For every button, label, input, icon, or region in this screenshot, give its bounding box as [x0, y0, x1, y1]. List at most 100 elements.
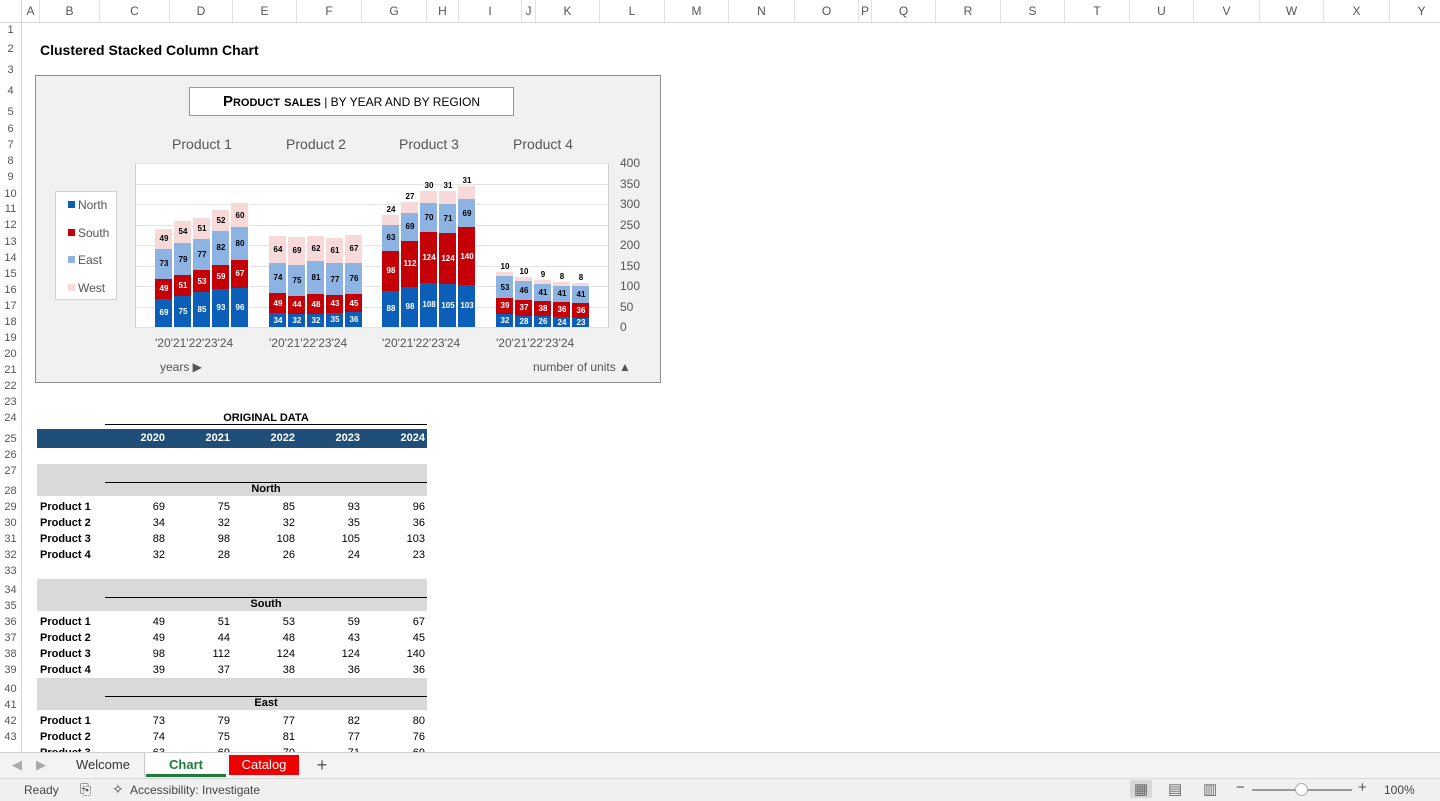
- bar-segment-west[interactable]: [401, 201, 419, 213]
- row-header-8[interactable]: 8: [0, 155, 21, 167]
- row-header-38[interactable]: 38: [0, 648, 21, 660]
- chart-legend[interactable]: North South East West: [55, 191, 117, 300]
- column-header-j[interactable]: J: [522, 0, 536, 22]
- row-header-32[interactable]: 32: [0, 549, 21, 561]
- row-label[interactable]: Product 4: [40, 549, 91, 561]
- row-header-25[interactable]: 25: [0, 433, 21, 445]
- table-cell[interactable]: 53: [255, 616, 295, 628]
- accessibility-icon[interactable]: ✧: [112, 781, 124, 798]
- row-header-24[interactable]: 24: [0, 412, 21, 424]
- column-header-q[interactable]: Q: [872, 0, 936, 22]
- column-header-s[interactable]: S: [1001, 0, 1065, 22]
- macro-record-icon[interactable]: ⎘: [80, 781, 91, 798]
- table-cell[interactable]: 93: [320, 501, 360, 513]
- table-cell[interactable]: 74: [125, 731, 165, 743]
- legend-item-north[interactable]: North: [68, 198, 107, 212]
- row-header-22[interactable]: 22: [0, 380, 21, 392]
- chart-title[interactable]: Product sales | BY YEAR AND BY REGION: [189, 87, 514, 116]
- row-header-30[interactable]: 30: [0, 517, 21, 529]
- zoom-slider-handle[interactable]: [1295, 783, 1308, 796]
- column-header-u[interactable]: U: [1130, 0, 1194, 22]
- bar-segment-west[interactable]: [515, 277, 533, 282]
- legend-item-south[interactable]: South: [68, 226, 109, 240]
- table-cell[interactable]: 51: [190, 616, 230, 628]
- row-header-11[interactable]: 11: [0, 203, 21, 215]
- table-cell[interactable]: 49: [125, 632, 165, 644]
- row-header-14[interactable]: 14: [0, 252, 21, 264]
- column-header-y[interactable]: Y: [1390, 0, 1440, 22]
- table-cell[interactable]: 36: [385, 664, 425, 676]
- table-cell[interactable]: 76: [385, 731, 425, 743]
- column-header-r[interactable]: R: [936, 0, 1001, 22]
- add-sheet-button[interactable]: +: [312, 753, 332, 777]
- column-header-x[interactable]: X: [1324, 0, 1390, 22]
- table-cell[interactable]: 140: [385, 648, 425, 660]
- row-header-7[interactable]: 7: [0, 139, 21, 151]
- table-cell[interactable]: 32: [125, 549, 165, 561]
- table-cell[interactable]: 45: [385, 632, 425, 644]
- table-cell[interactable]: 88: [125, 533, 165, 545]
- row-header-40[interactable]: 40: [0, 683, 21, 695]
- table-cell[interactable]: 36: [385, 517, 425, 529]
- row-header-1[interactable]: 1: [0, 24, 21, 36]
- column-header-f[interactable]: F: [297, 0, 362, 22]
- row-header-34[interactable]: 34: [0, 584, 21, 596]
- scroll-left-icon[interactable]: ◀: [10, 753, 24, 777]
- row-label[interactable]: Product 1: [40, 715, 91, 727]
- row-header-29[interactable]: 29: [0, 501, 21, 513]
- table-cell[interactable]: 48: [255, 632, 295, 644]
- table-cell[interactable]: 32: [255, 517, 295, 529]
- bar-segment-west[interactable]: [496, 272, 514, 277]
- row-label[interactable]: Product 2: [40, 517, 91, 529]
- page-layout-icon[interactable]: ▤: [1168, 780, 1182, 798]
- bar-segment-west[interactable]: [439, 191, 457, 204]
- row-header-9[interactable]: 9: [0, 171, 21, 183]
- table-cell[interactable]: 24: [320, 549, 360, 561]
- column-header-v[interactable]: V: [1194, 0, 1260, 22]
- tab-chart[interactable]: Chart: [146, 753, 226, 777]
- column-header-w[interactable]: W: [1260, 0, 1324, 22]
- column-header-o[interactable]: O: [795, 0, 859, 22]
- row-label[interactable]: Product 2: [40, 632, 91, 644]
- row-label[interactable]: Product 1: [40, 501, 91, 513]
- row-header-35[interactable]: 35: [0, 600, 21, 612]
- select-all-corner[interactable]: [0, 0, 22, 22]
- row-header-37[interactable]: 37: [0, 632, 21, 644]
- table-cell[interactable]: 43: [320, 632, 360, 644]
- row-header-3[interactable]: 3: [0, 64, 21, 76]
- row-header-41[interactable]: 41: [0, 699, 21, 711]
- table-cell[interactable]: 32: [190, 517, 230, 529]
- tab-catalog[interactable]: Catalog: [229, 755, 299, 775]
- column-header-e[interactable]: E: [233, 0, 297, 22]
- table-cell[interactable]: 49: [125, 616, 165, 628]
- column-header-g[interactable]: G: [362, 0, 427, 22]
- row-header-31[interactable]: 31: [0, 533, 21, 545]
- row-label[interactable]: Product 3: [40, 648, 91, 660]
- bar-segment-west[interactable]: [534, 280, 552, 284]
- row-header-6[interactable]: 6: [0, 123, 21, 135]
- table-cell[interactable]: 124: [320, 648, 360, 660]
- bar-segment-west[interactable]: [382, 215, 400, 225]
- bar-segment-west[interactable]: [458, 186, 476, 200]
- column-header-t[interactable]: T: [1065, 0, 1130, 22]
- table-cell[interactable]: 82: [320, 715, 360, 727]
- row-header-27[interactable]: 27: [0, 465, 21, 477]
- scroll-right-icon[interactable]: ▶: [34, 753, 48, 777]
- table-cell[interactable]: 36: [320, 664, 360, 676]
- row-header-12[interactable]: 12: [0, 219, 21, 231]
- column-header-p[interactable]: P: [859, 0, 872, 22]
- row-header-15[interactable]: 15: [0, 268, 21, 280]
- table-cell[interactable]: 75: [190, 731, 230, 743]
- accessibility-status[interactable]: Accessibility: Investigate: [130, 783, 260, 797]
- table-cell[interactable]: 73: [125, 715, 165, 727]
- row-header-23[interactable]: 23: [0, 396, 21, 408]
- column-header-h[interactable]: H: [427, 0, 459, 22]
- row-header-43[interactable]: 43: [0, 731, 21, 743]
- tab-welcome[interactable]: Welcome: [62, 753, 145, 777]
- table-cell[interactable]: 105: [320, 533, 360, 545]
- table-cell[interactable]: 23: [385, 549, 425, 561]
- table-cell[interactable]: 108: [255, 533, 295, 545]
- table-cell[interactable]: 35: [320, 517, 360, 529]
- table-cell[interactable]: 38: [255, 664, 295, 676]
- table-cell[interactable]: 112: [190, 648, 230, 660]
